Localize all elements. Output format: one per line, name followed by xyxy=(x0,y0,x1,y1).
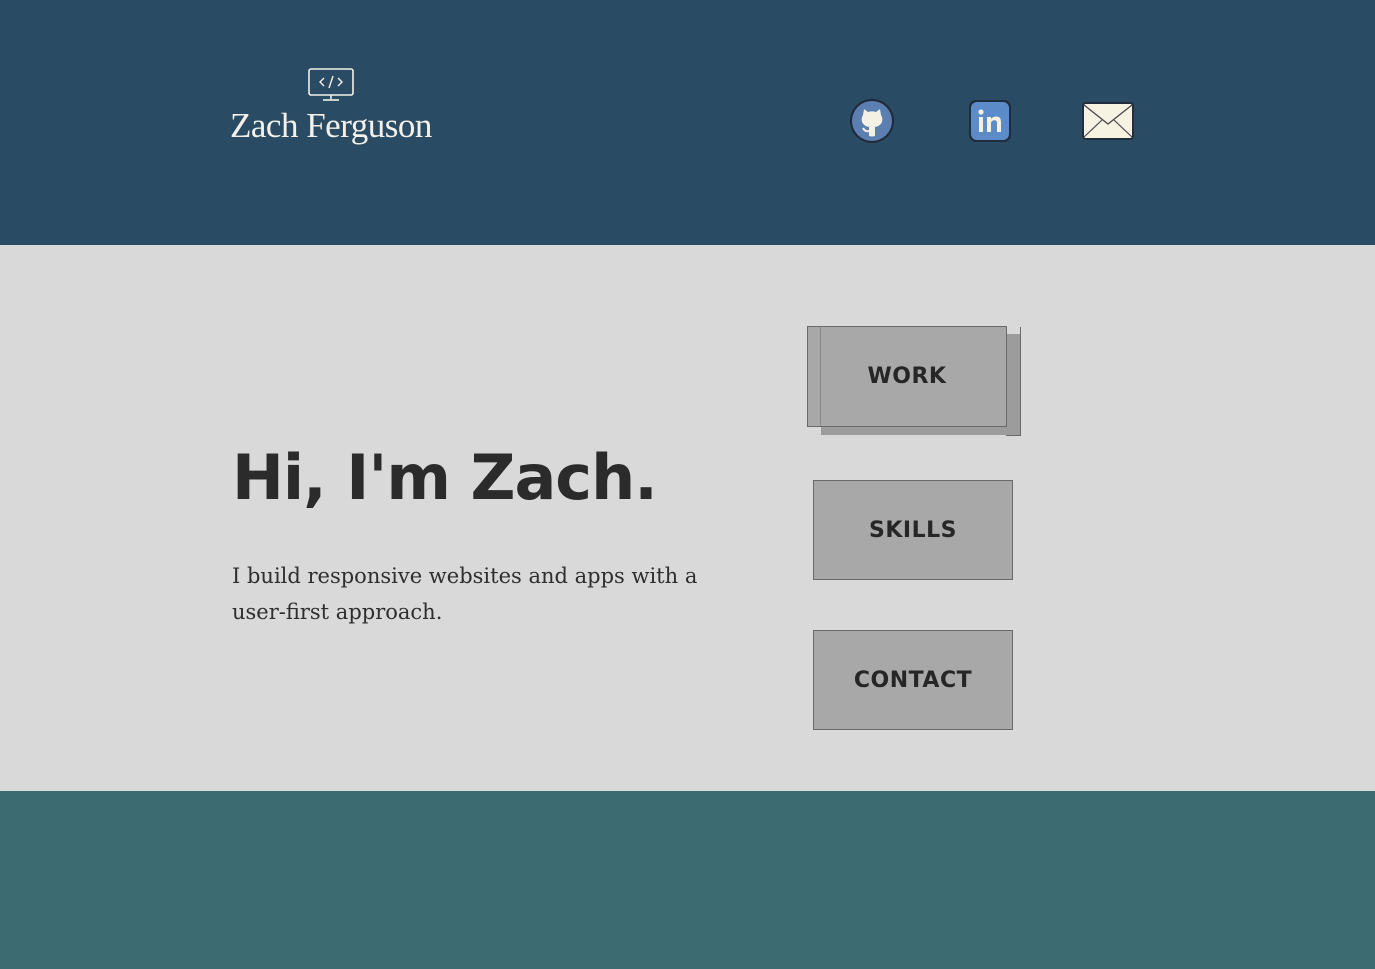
site-logo[interactable]: Zach Ferguson xyxy=(230,68,432,158)
hero-section: Hi, I'm Zach. I build responsive website… xyxy=(0,245,1375,791)
linkedin-link[interactable] xyxy=(968,99,1012,143)
email-link[interactable] xyxy=(1082,102,1134,140)
work-button[interactable]: WORK xyxy=(807,326,1021,436)
code-monitor-icon xyxy=(308,68,354,102)
github-icon xyxy=(850,99,894,143)
site-header: Zach Ferguson xyxy=(0,0,1375,245)
hero-headline: Hi, I'm Zach. xyxy=(232,441,658,514)
github-link[interactable] xyxy=(849,98,895,144)
hero-tagline: I build responsive websites and apps wit… xyxy=(232,564,698,624)
contact-button[interactable]: CONTACT xyxy=(813,630,1013,730)
site-footer xyxy=(0,791,1375,969)
mail-icon xyxy=(1082,102,1134,140)
linkedin-icon xyxy=(969,100,1011,142)
logo-text: Zach Ferguson xyxy=(230,106,432,145)
skills-button[interactable]: SKILLS xyxy=(813,480,1013,580)
